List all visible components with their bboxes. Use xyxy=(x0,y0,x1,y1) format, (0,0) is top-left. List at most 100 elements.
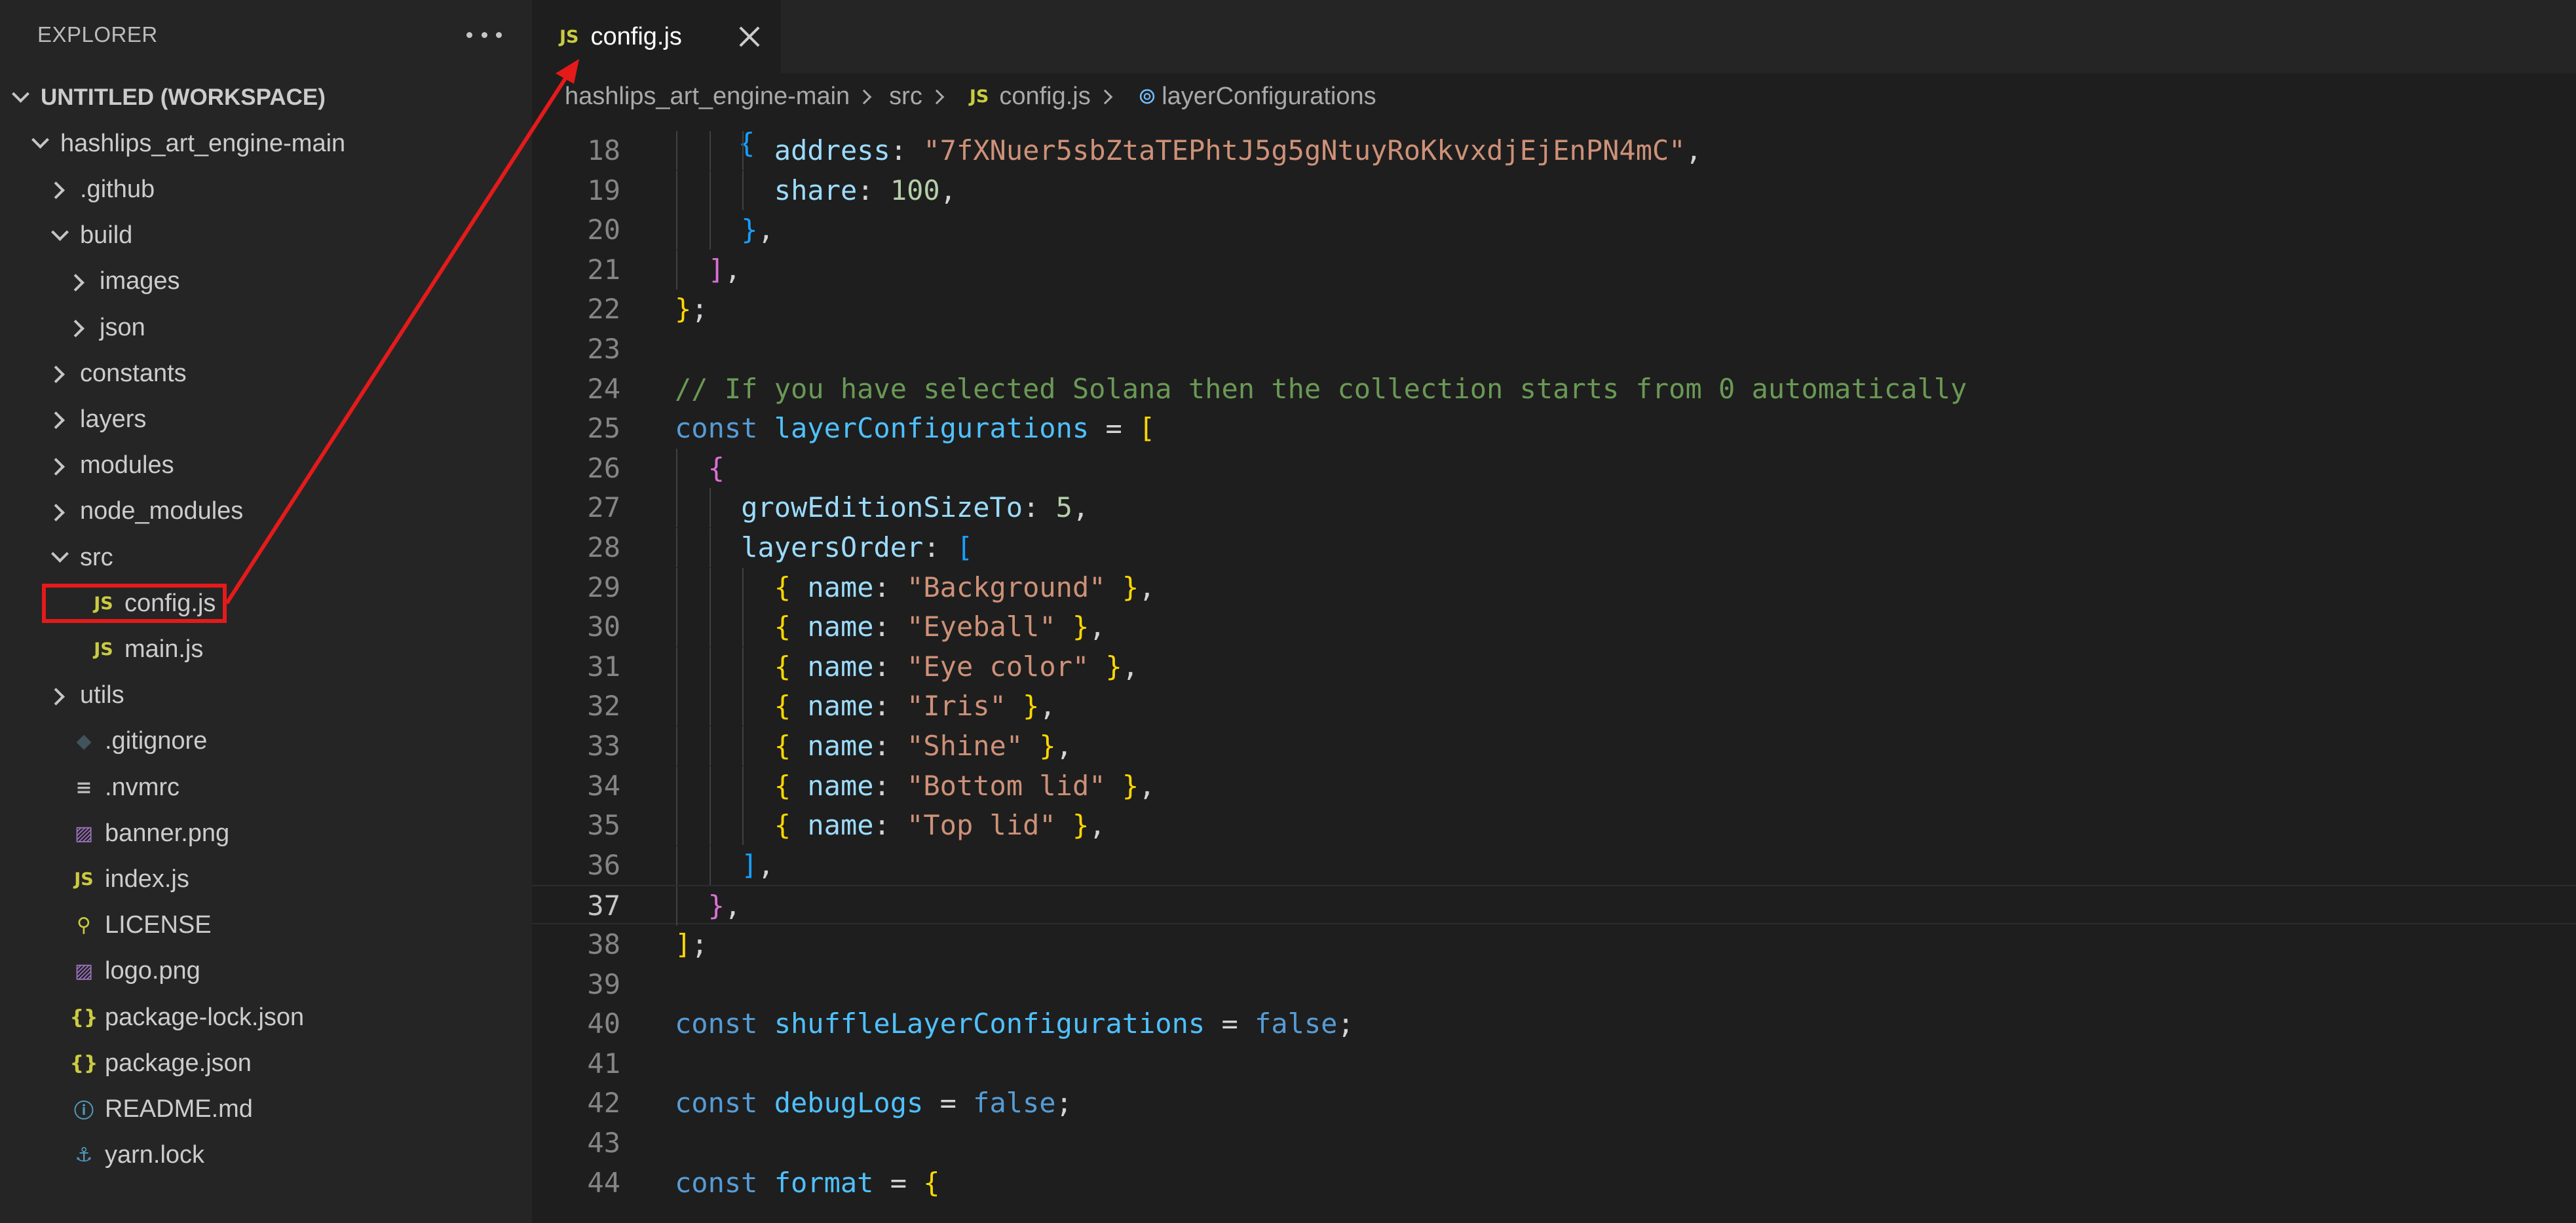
tree-item-label: images xyxy=(100,267,180,295)
code-line: 26 { xyxy=(532,448,2576,488)
code-line: 33 { name: "Shine" }, xyxy=(532,726,2576,766)
code-line: 37}, xyxy=(532,885,2576,926)
code-token: , xyxy=(757,214,774,246)
line-number: 25 xyxy=(587,412,620,445)
code-line: 42 const debugLogs = false; xyxy=(532,1083,2576,1123)
chevron-down-icon xyxy=(26,130,52,157)
explorer-header: EXPLORER xyxy=(0,0,532,73)
code-token: : xyxy=(1023,491,1056,524)
code-token: const xyxy=(675,412,774,445)
tree-item[interactable]: ⓘ README.md xyxy=(0,1086,532,1132)
code-token: ] xyxy=(741,848,758,881)
tree-item[interactable]: layers xyxy=(0,396,532,442)
code-token: layerConfigurations xyxy=(774,412,1089,445)
breadcrumb-item-file[interactable]: config.js xyxy=(999,83,1090,111)
code-token: , xyxy=(1685,134,1702,166)
indent-guide xyxy=(676,766,677,806)
breadcrumb-item-src[interactable]: src xyxy=(889,83,922,111)
line-number: 23 xyxy=(587,333,620,365)
tree-item[interactable]: json xyxy=(0,305,532,350)
tree-item[interactable]: {} package.json xyxy=(0,1040,532,1086)
tree-item[interactable]: ⚓ yarn.lock xyxy=(0,1133,532,1178)
chevron-right-icon xyxy=(66,269,92,295)
chevron-right-icon xyxy=(1099,86,1118,106)
js-file-icon: JS xyxy=(74,869,94,890)
tree-item-label: modules xyxy=(80,451,174,480)
chevron-down-icon xyxy=(46,544,72,571)
tree-item-label: UNTITLED (WORKSPACE) xyxy=(41,85,326,110)
chevron-right-icon xyxy=(46,499,72,525)
code-token: { xyxy=(774,690,808,723)
tree-item[interactable]: UNTITLED (WORKSPACE) xyxy=(0,75,532,121)
code-text: ], xyxy=(708,250,742,290)
breadcrumb-item-folder[interactable]: hashlips_art_engine-main xyxy=(565,83,850,111)
line-number: 35 xyxy=(587,809,620,842)
tree-item-label: README.md xyxy=(105,1095,253,1123)
code-text: const layerConfigurations = [ xyxy=(675,409,1155,448)
code-token: "Bottom lid" xyxy=(907,769,1106,802)
tree-item[interactable]: ◆ .gitignore xyxy=(0,719,532,764)
tree-item[interactable]: node_modules xyxy=(0,489,532,535)
tree-item[interactable]: JS main.js xyxy=(0,626,532,672)
indent-guide xyxy=(709,647,711,687)
code-editor[interactable]: { 18 address: "7fXNuer5sbZtaTEPhtJ5g5gNtu… xyxy=(532,119,2576,1223)
code-token: , xyxy=(1089,611,1106,643)
line-number: 34 xyxy=(587,769,620,802)
code-text: { xyxy=(708,449,725,488)
code-token: "Shine" xyxy=(907,730,1023,762)
code-token: } xyxy=(1105,769,1139,802)
tree-item[interactable]: JS index.js xyxy=(0,856,532,902)
tree-item[interactable]: {} package-lock.json xyxy=(0,994,532,1040)
code-text: { name: "Bottom lid" }, xyxy=(774,766,1156,806)
code-token: name xyxy=(807,730,874,762)
close-icon[interactable] xyxy=(735,22,764,51)
code-line: 22}; xyxy=(532,290,2576,329)
symbol-variable-icon: ⊚ xyxy=(1137,83,1157,109)
tree-item[interactable]: ▨ banner.png xyxy=(0,810,532,856)
tree-item-label: build xyxy=(80,221,133,250)
tree-item[interactable]: constants xyxy=(0,350,532,396)
line-number: 29 xyxy=(587,571,620,603)
tree-item[interactable]: modules xyxy=(0,443,532,489)
code-token: name xyxy=(807,571,874,603)
code-token: ; xyxy=(1055,1087,1072,1120)
tree-item[interactable]: src xyxy=(0,535,532,580)
code-token: false xyxy=(1255,1007,1338,1040)
tree-item-label: utils xyxy=(80,681,124,709)
tab-config-js[interactable]: JS config.js xyxy=(532,0,781,73)
tree-item[interactable]: ▨ logo.png xyxy=(0,949,532,994)
line-number: 40 xyxy=(587,1007,620,1040)
code-token: , xyxy=(1122,650,1139,683)
tree-item[interactable]: hashlips_art_engine-main xyxy=(0,121,532,166)
ellipsis-icon[interactable] xyxy=(466,17,502,52)
indent-guide xyxy=(676,806,677,846)
tree-item[interactable]: utils xyxy=(0,673,532,719)
tree-item-label: yarn.lock xyxy=(105,1141,205,1169)
code-token: { xyxy=(774,571,808,603)
code-token: address xyxy=(774,134,890,166)
explorer-sidebar: EXPLORER UNTITLED (WORKSPACE) hashlips_ar… xyxy=(0,0,532,1223)
code-token: , xyxy=(757,848,774,881)
line-number: 24 xyxy=(587,372,620,405)
code-token: , xyxy=(1072,491,1089,524)
code-line: 20}, xyxy=(532,210,2576,250)
tree-item-label: src xyxy=(80,543,113,571)
code-line: 24 // If you have selected Solana then th… xyxy=(532,369,2576,409)
tree-item[interactable]: images xyxy=(0,259,532,305)
yarn-icon: ⚓ xyxy=(75,1144,93,1167)
tree-item[interactable]: build xyxy=(0,213,532,259)
tree-item[interactable]: ≡ .nvmrc xyxy=(0,764,532,810)
chevron-right-icon xyxy=(46,406,72,432)
code-line: 18 address: "7fXNuer5sbZtaTEPhtJ5g5gNtuyR… xyxy=(532,131,2576,170)
line-number: 37 xyxy=(587,890,620,922)
code-token: , xyxy=(1055,730,1072,762)
code-token: format xyxy=(774,1166,874,1199)
breadcrumb-item-symbol[interactable]: layerConfigurations xyxy=(1162,83,1376,111)
line-number: 28 xyxy=(587,531,620,563)
tree-item-label: main.js xyxy=(124,635,204,663)
chevron-right-icon xyxy=(46,453,72,479)
code-text: share: 100, xyxy=(774,171,957,210)
tree-item[interactable]: .github xyxy=(0,166,532,212)
tree-item[interactable]: ⚲ LICENSE xyxy=(0,903,532,949)
code-token: } xyxy=(1055,611,1089,643)
